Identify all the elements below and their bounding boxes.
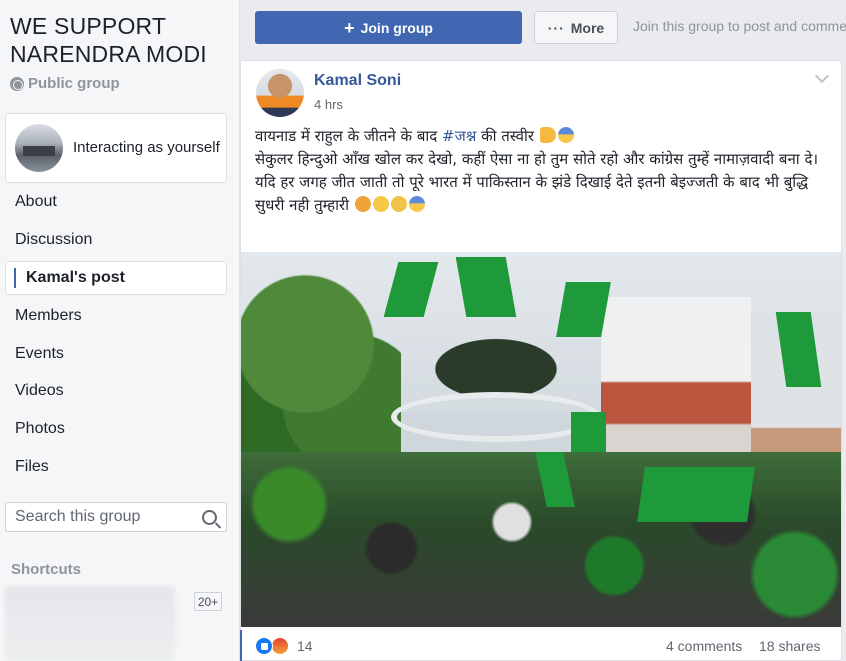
avatar	[15, 124, 63, 172]
fearful-face-emoji-icon	[408, 196, 425, 212]
shortcut-count-badge: 20+	[194, 592, 222, 611]
more-dots-icon: ···	[547, 19, 565, 36]
sidebar-item-label: About	[15, 193, 57, 210]
post-line: वायनाड में राहुल के जीतने के बाद #जश्न क…	[255, 125, 835, 148]
sidebar-item-about[interactable]: About	[5, 185, 227, 219]
post-timestamp[interactable]: 4 hrs	[314, 97, 343, 112]
post-text-segment: यदि हर जगह जीत जाती तो पूरे भारत में पाक…	[255, 173, 809, 214]
flushed-face-emoji-icon	[372, 196, 389, 212]
group-privacy: Public group	[10, 75, 120, 92]
photo-crowd-on-monument	[411, 327, 581, 397]
green-flag	[571, 412, 606, 452]
green-flag	[637, 467, 755, 522]
sidebar-item-members[interactable]: Members	[5, 299, 227, 333]
search-input[interactable]	[15, 508, 185, 526]
group-search	[5, 502, 227, 532]
post-line: सेकुलर हिन्दुओ आँख खोल कर देखो, कहीं ऐसा…	[255, 150, 819, 168]
green-flag	[455, 257, 517, 317]
shortcuts-heading: Shortcuts	[11, 561, 82, 578]
active-accent-bar	[240, 630, 242, 661]
reactions-summary[interactable]: 14	[255, 637, 313, 655]
interacting-as-label: Interacting as yourself	[73, 139, 220, 156]
author-avatar[interactable]	[256, 69, 304, 117]
interacting-as-card[interactable]: Interacting as yourself	[5, 113, 227, 183]
post-card: Kamal Soni 4 hrs वायनाड में राहुल के जीत…	[240, 60, 842, 661]
group-title[interactable]: WE SUPPORT NARENDRA MODI	[10, 12, 235, 68]
pensive-face-emoji-icon	[390, 196, 407, 212]
more-button[interactable]: ··· More	[534, 11, 618, 44]
plus-icon: +	[344, 17, 355, 38]
group-privacy-label: Public group	[28, 75, 120, 92]
angry-face-emoji-icon	[354, 196, 371, 212]
sidebar-item-files[interactable]: Files	[5, 450, 227, 484]
more-label: More	[570, 19, 605, 36]
post-photo[interactable]	[241, 252, 841, 627]
post-author-name[interactable]: Kamal Soni	[314, 72, 401, 90]
sidebar-item-label: Videos	[15, 382, 64, 399]
sidebar-item-videos[interactable]: Videos	[5, 374, 227, 408]
photo-monument	[391, 392, 601, 442]
comments-count-link[interactable]: 4 comments	[666, 638, 742, 654]
sidebar-item-events[interactable]: Events	[5, 337, 227, 371]
fearful-face-emoji-icon	[557, 127, 574, 143]
join-group-button[interactable]: + Join group	[255, 11, 522, 44]
chevron-down-icon[interactable]	[814, 68, 830, 84]
globe-icon	[10, 76, 24, 91]
like-reaction-icon	[255, 637, 273, 655]
sidebar-item-label: Events	[15, 345, 64, 362]
shares-count-link[interactable]: 18 shares	[759, 638, 820, 654]
sidebar-item-label: Discussion	[15, 231, 93, 248]
join-group-label: Join group	[360, 19, 433, 36]
pointing-hand-emoji-icon	[539, 127, 556, 143]
sidebar-item-label: Kamal's post	[26, 269, 125, 286]
sidebar-item-label: Files	[15, 458, 49, 475]
shortcut-item[interactable]	[5, 586, 175, 661]
sidebar-item-discussion[interactable]: Discussion	[5, 223, 227, 257]
sidebar-item-photos[interactable]: Photos	[5, 412, 227, 446]
sidebar-item-label: Members	[15, 307, 82, 324]
hashtag-link[interactable]: #जश्न	[442, 127, 476, 145]
group-sidebar: WE SUPPORT NARENDRA MODI Public group In…	[0, 0, 240, 661]
sidebar-item-kamals-post[interactable]: Kamal's post	[5, 261, 227, 295]
active-indicator	[14, 268, 16, 288]
reaction-count: 14	[297, 638, 313, 654]
post-body: वायनाड में राहुल के जीतने के बाद #जश्न क…	[255, 125, 835, 217]
join-hint-text: Join this group to post and comment.	[633, 18, 846, 34]
post-line: यदि हर जगह जीत जाती तो पूरे भारत में पाक…	[255, 171, 835, 217]
post-text-segment: वायनाड में राहुल के जीतने के बाद	[255, 127, 443, 145]
sidebar-item-label: Photos	[15, 420, 65, 437]
post-text-segment: की तस्वीर	[476, 127, 535, 145]
search-icon[interactable]	[202, 509, 217, 525]
angry-reaction-icon	[271, 637, 289, 655]
